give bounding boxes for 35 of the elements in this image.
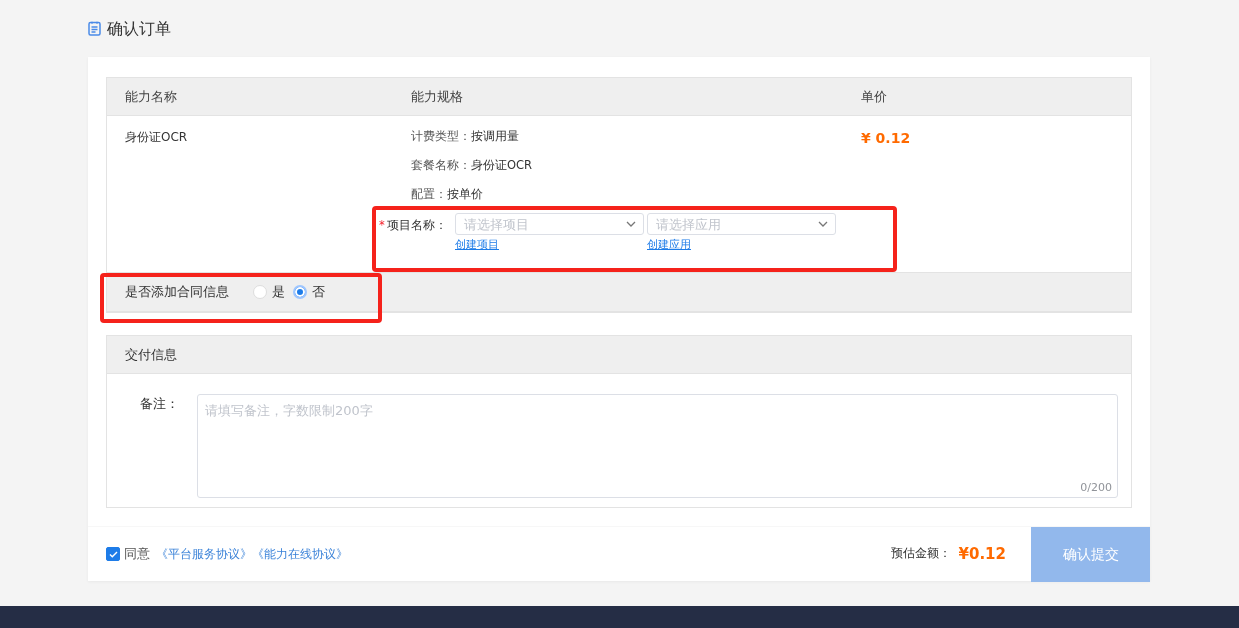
- column-header: 能力名称: [125, 88, 177, 104]
- estimate-amount: ¥0.12: [958, 543, 1006, 565]
- column-header: 能力规格: [411, 88, 463, 104]
- radio-button[interactable]: [253, 285, 267, 299]
- table-cell: 身份证OCR: [125, 130, 188, 144]
- required-mark: *: [379, 218, 385, 233]
- agreement-link[interactable]: 《能力在线协议》: [252, 545, 348, 563]
- page-title: 确认订单: [107, 17, 171, 40]
- section-title: 交付信息: [125, 345, 177, 364]
- agreement-link[interactable]: 《平台服务协议》: [156, 545, 252, 563]
- select-field[interactable]: 请选择应用: [647, 213, 836, 236]
- spec-label: 配置：: [411, 186, 447, 203]
- price: ¥ 0.12: [861, 130, 911, 146]
- column-header: 单价: [861, 88, 887, 104]
- create-link[interactable]: 创建项目: [455, 238, 499, 252]
- checkbox-label: 同意: [124, 545, 150, 564]
- spec-value: 按调用量: [471, 128, 519, 145]
- radio-label: 否: [312, 283, 325, 302]
- checkbox[interactable]: [106, 547, 120, 561]
- document-icon: [88, 21, 101, 36]
- char-counter: 0/200: [1080, 479, 1112, 496]
- select-field[interactable]: 请选择项目: [455, 213, 644, 236]
- field-label: 项目名称：: [386, 218, 447, 233]
- radio-button[interactable]: [293, 285, 307, 299]
- spec-value: 按单价: [447, 186, 483, 203]
- chevron-down-icon: [818, 221, 828, 228]
- radio-label: 是: [272, 283, 285, 302]
- remark-label: 备注：: [140, 396, 179, 411]
- spec-label: 计费类型：: [411, 128, 471, 145]
- spec-value: 身份证OCR: [471, 157, 533, 174]
- estimate-label: 预估金额：: [890, 545, 951, 563]
- chevron-down-icon: [626, 221, 636, 228]
- spec-label: 套餐名称：: [411, 157, 471, 174]
- create-link[interactable]: 创建应用: [647, 238, 691, 252]
- contract-label: 是否添加合同信息: [125, 283, 229, 302]
